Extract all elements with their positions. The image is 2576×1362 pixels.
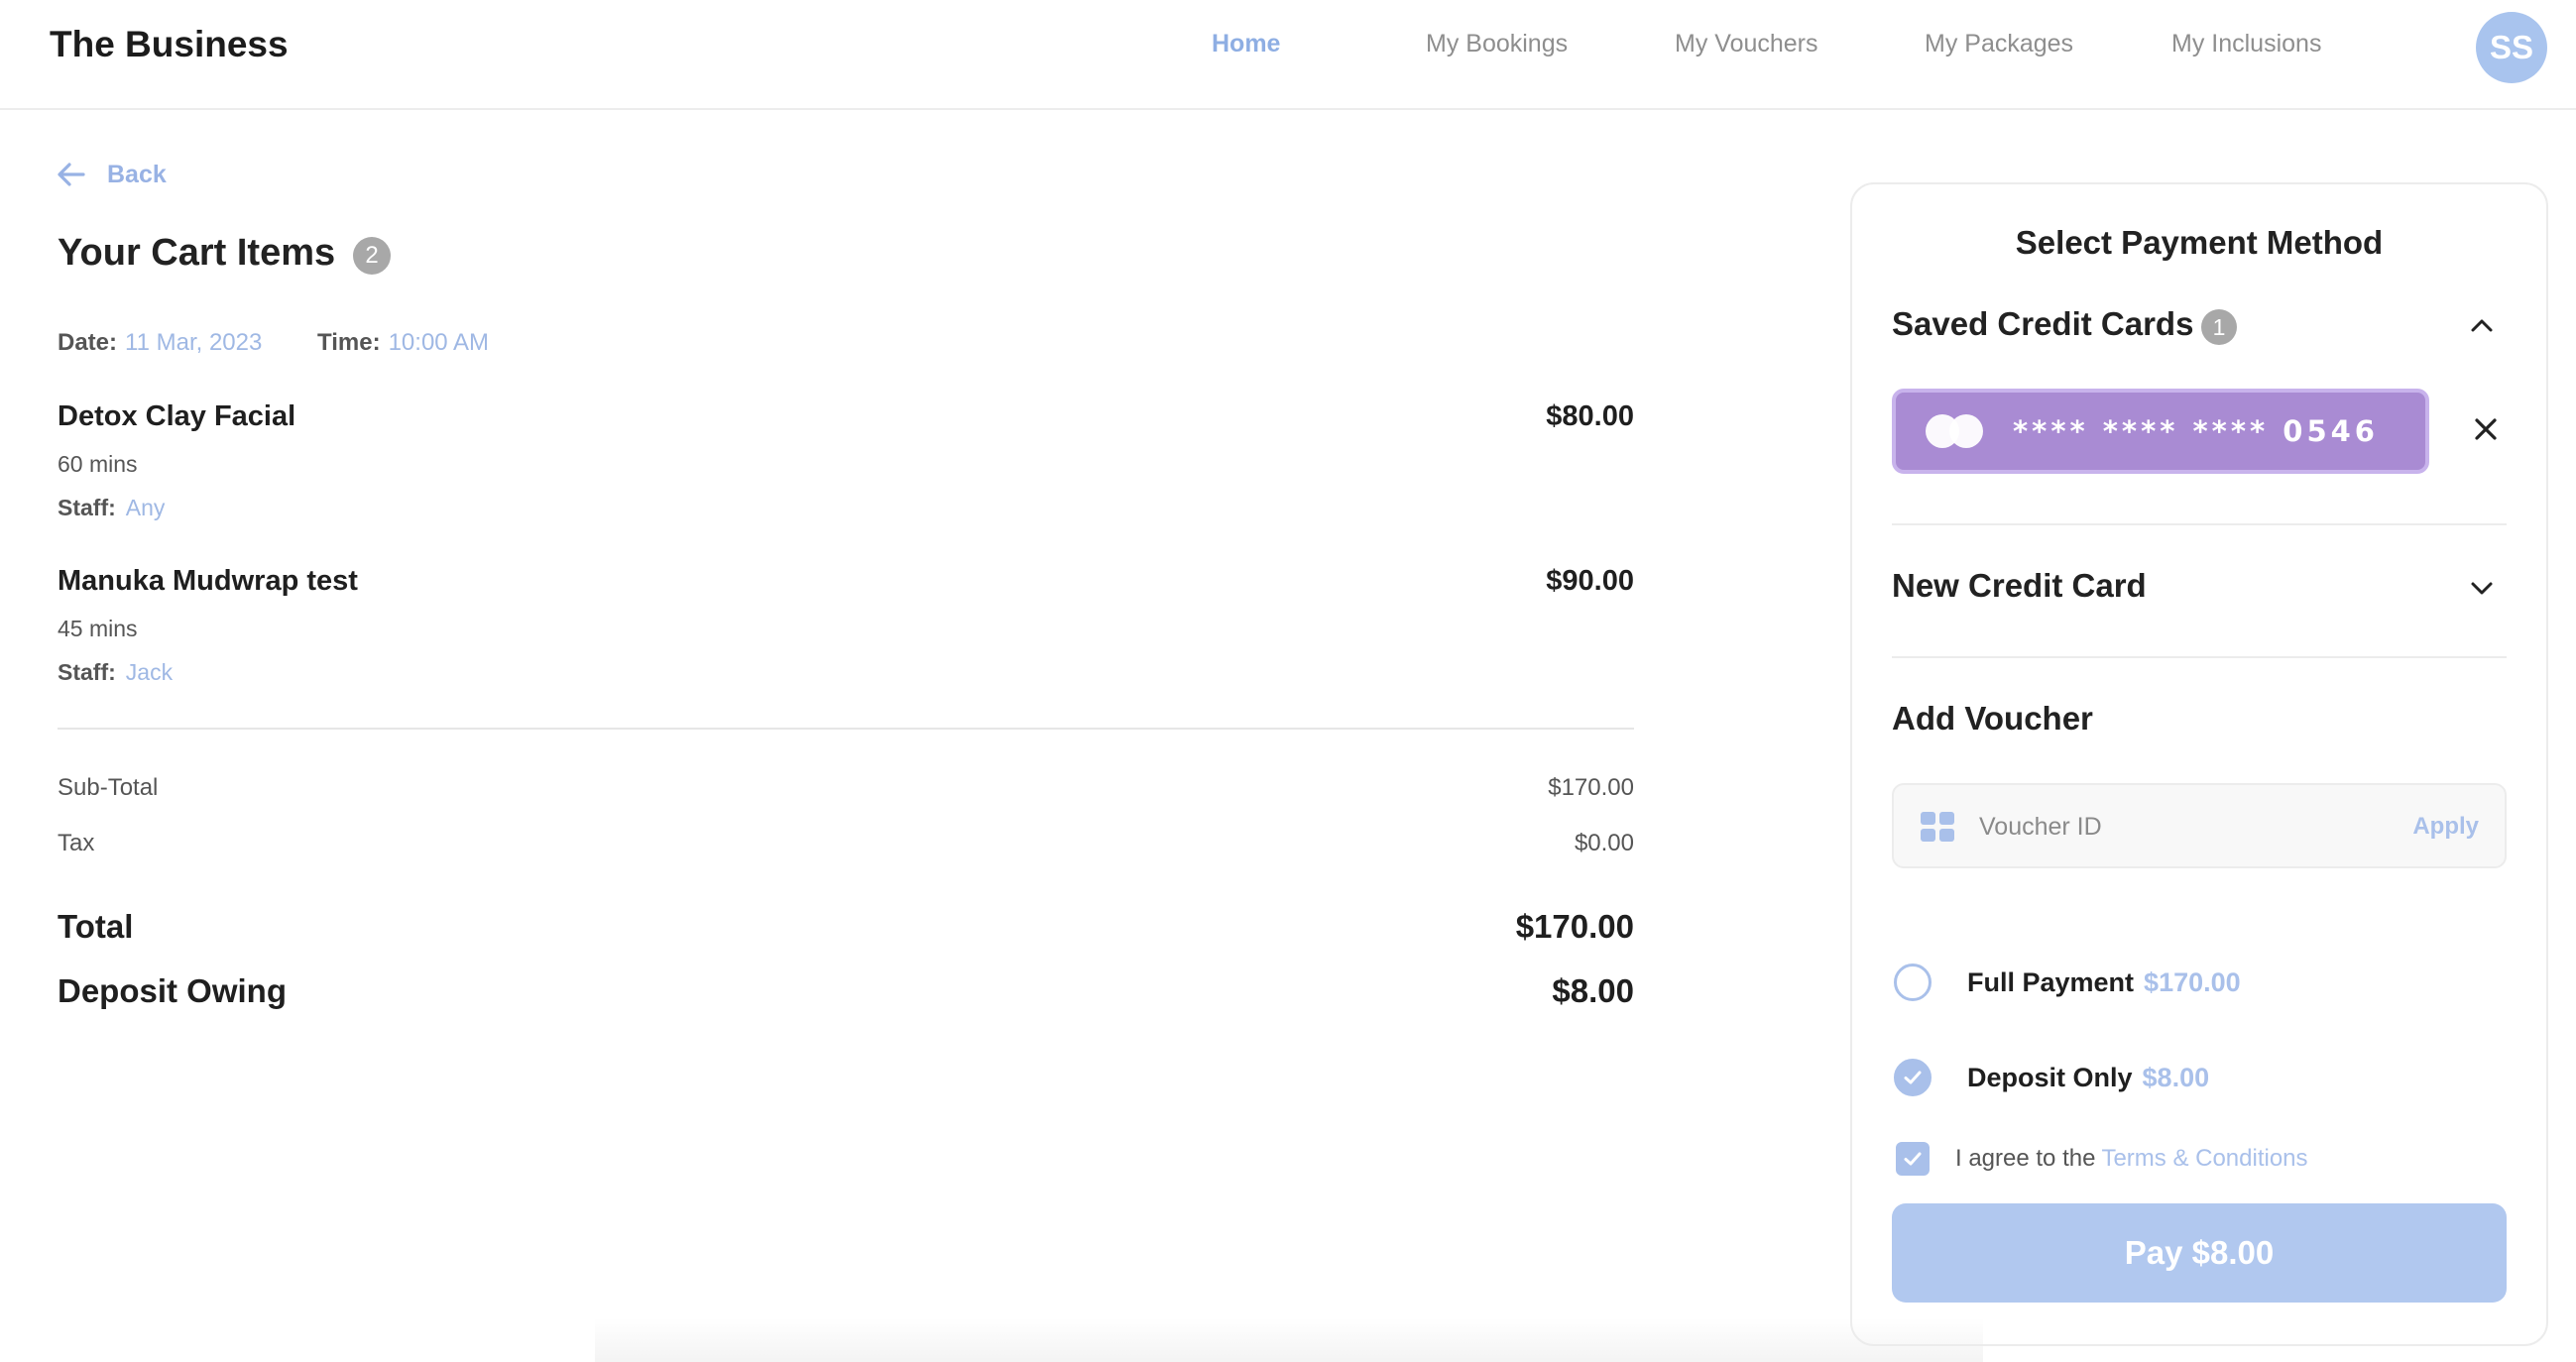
cart-item-price: $90.00 xyxy=(1546,565,1634,597)
terms-agree-text: I agree to the xyxy=(1955,1145,2096,1172)
total-label: Total xyxy=(58,908,134,945)
payment-panel-title: Select Payment Method xyxy=(2015,224,2384,261)
add-voucher-title: Add Voucher xyxy=(1892,700,2093,737)
deposit-only-option[interactable]: Deposit Only $8.00 xyxy=(1894,1059,2209,1096)
saved-credit-cards-header[interactable]: Saved Credit Cards xyxy=(1892,305,2193,343)
new-credit-card-header[interactable]: New Credit Card xyxy=(1892,567,2147,605)
cart-title: Your Cart Items xyxy=(58,232,336,274)
booking-date: Date: 11 Mar, 2023 xyxy=(58,329,262,357)
deposit-owing-value: $8.00 xyxy=(1552,972,1634,1009)
cart-item-price: $80.00 xyxy=(1546,400,1634,432)
total-value: $170.00 xyxy=(1515,908,1634,945)
bottom-shadow xyxy=(595,1318,1983,1362)
close-icon[interactable] xyxy=(2469,412,2503,446)
tax-label: Tax xyxy=(58,830,95,856)
subtotal-value: $170.00 xyxy=(1548,774,1634,801)
nav-my-vouchers[interactable]: My Vouchers xyxy=(1675,30,1818,58)
saved-cards-count-badge: 1 xyxy=(2201,309,2237,345)
cart-item-name: Manuka Mudwrap test xyxy=(58,565,358,597)
terms-and-conditions-link[interactable]: Terms & Conditions xyxy=(2101,1145,2307,1173)
voucher-icon xyxy=(1921,812,1954,842)
full-payment-amount: $170.00 xyxy=(2144,966,2241,997)
arrow-left-icon xyxy=(58,163,85,186)
card-number: **** **** **** 0546 xyxy=(2013,414,2379,448)
checkmark-icon xyxy=(1904,1071,1922,1084)
cart-count-badge: 2 xyxy=(353,237,391,275)
checkmark-icon xyxy=(1904,1152,1922,1166)
time-value: 10:00 AM xyxy=(388,329,489,356)
payment-panel: Select Payment Method Saved Credit Cards… xyxy=(1850,182,2548,1346)
chevron-down-icon[interactable] xyxy=(2467,573,2497,603)
deposit-owing-label: Deposit Owing xyxy=(58,972,287,1009)
subtotal-label: Sub-Total xyxy=(58,774,159,801)
tax-value: $0.00 xyxy=(1574,830,1634,856)
full-payment-label: Full Payment xyxy=(1967,966,2135,997)
back-link[interactable]: Back xyxy=(56,159,167,190)
cart-item-staff: Staff: Any xyxy=(58,495,165,521)
deposit-only-label: Deposit Only xyxy=(1967,1062,2133,1092)
date-label: Date: xyxy=(58,329,118,356)
section-divider xyxy=(1892,523,2507,525)
full-payment-option[interactable]: Full Payment $170.00 xyxy=(1894,964,2241,1001)
cart-item-duration: 45 mins xyxy=(58,616,138,641)
date-value: 11 Mar, 2023 xyxy=(125,329,263,356)
staff-value: Jack xyxy=(125,659,174,685)
staff-value: Any xyxy=(125,495,166,520)
nav-my-inclusions[interactable]: My Inclusions xyxy=(2171,30,2321,58)
pay-button[interactable]: Pay $8.00 xyxy=(1892,1203,2507,1303)
nav-my-packages[interactable]: My Packages xyxy=(1925,30,2073,58)
nav-my-bookings[interactable]: My Bookings xyxy=(1426,30,1568,58)
apply-voucher-button[interactable]: Apply xyxy=(2412,813,2479,841)
voucher-field: Apply xyxy=(1892,783,2507,868)
nav-home[interactable]: Home xyxy=(1212,30,1280,58)
cart-item-duration: 60 mins xyxy=(58,451,138,477)
staff-label: Staff: xyxy=(58,659,116,685)
saved-credit-card[interactable]: **** **** **** 0546 xyxy=(1892,389,2429,474)
deposit-only-radio[interactable] xyxy=(1894,1059,1932,1096)
terms-checkbox[interactable] xyxy=(1896,1142,1930,1176)
section-divider xyxy=(1892,656,2507,658)
chevron-up-icon[interactable] xyxy=(2467,311,2497,341)
staff-label: Staff: xyxy=(58,495,116,520)
booking-time: Time: 10:00 AM xyxy=(317,329,489,357)
time-label: Time: xyxy=(317,329,381,356)
brand-name[interactable]: The Business xyxy=(50,24,289,65)
terms-agreement: I agree to the Terms & Conditions xyxy=(1896,1142,2308,1176)
back-label: Back xyxy=(107,160,167,188)
deposit-only-amount: $8.00 xyxy=(2142,1062,2210,1092)
voucher-id-input[interactable] xyxy=(1979,803,2376,851)
card-brand-icon xyxy=(1926,414,1983,448)
full-payment-radio[interactable] xyxy=(1894,964,1932,1001)
cart-divider xyxy=(58,728,1634,730)
cart-item-name: Detox Clay Facial xyxy=(58,400,296,432)
cart-item-staff: Staff: Jack xyxy=(58,659,173,686)
user-avatar[interactable]: SS xyxy=(2476,12,2547,83)
top-navigation-bar: The Business Home My Bookings My Voucher… xyxy=(0,0,2576,110)
